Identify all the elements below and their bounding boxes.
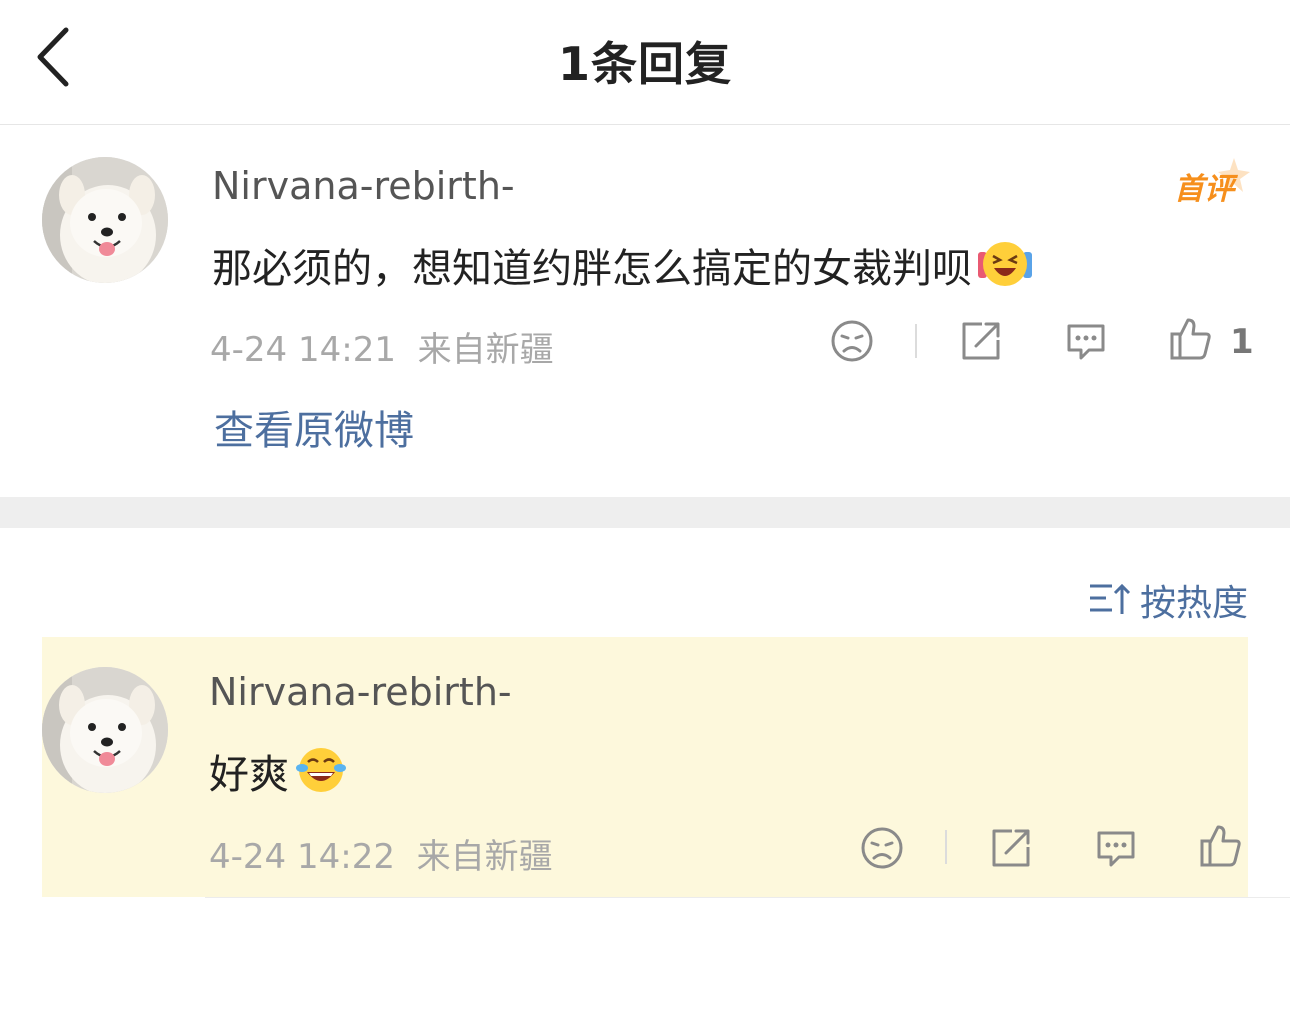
like-button[interactable]: [1168, 316, 1214, 362]
comment-bubble-icon: [1097, 831, 1135, 867]
section-separator: [0, 497, 1290, 528]
tears-of-joy-emoji-icon: [293, 744, 349, 806]
list-divider: [205, 897, 1290, 898]
comment-text-body: 那必须的，想知道约胖怎么搞定的女裁判呗: [212, 246, 972, 292]
sort-label: 按热度: [1140, 583, 1249, 624]
reply-username[interactable]: Nirvana-rebirth-: [209, 670, 512, 714]
first-comment-badge: 首评: [1168, 156, 1250, 207]
reply-comment-button[interactable]: [1093, 825, 1139, 871]
sad-face-icon: [831, 320, 873, 362]
avatar[interactable]: [42, 157, 168, 283]
thumbs-up-icon: [1200, 825, 1241, 867]
samoyed-avatar-icon: [42, 157, 168, 283]
sort-icon: [1090, 583, 1131, 614]
reply-like-button[interactable]: [1198, 823, 1244, 869]
comment-meta: 4-24 14:21 来自新疆: [210, 322, 554, 371]
laughing-excited-emoji-icon: [976, 238, 1034, 300]
comment-location: 来自新疆: [417, 330, 554, 370]
reply-timestamp: 4-24 14:22: [209, 837, 395, 877]
reply-share-button[interactable]: [988, 825, 1034, 871]
comment-button[interactable]: [1063, 318, 1109, 364]
view-original-link[interactable]: 查看原微博: [214, 398, 414, 456]
reply-avatar[interactable]: [42, 667, 168, 793]
action-divider: [915, 324, 917, 358]
share-button[interactable]: [958, 318, 1004, 364]
sad-face-icon: [861, 827, 903, 869]
reply-action-divider: [945, 830, 947, 864]
nav-header: 1条回复: [0, 0, 1290, 125]
reply-location: 来自新疆: [416, 837, 553, 877]
samoyed-avatar-icon: [42, 667, 168, 793]
badge-label: 首评: [1174, 172, 1234, 207]
reply-text-body: 好爽: [209, 752, 289, 798]
like-count: 1: [1230, 322, 1254, 362]
comment-username[interactable]: Nirvana-rebirth-: [212, 164, 515, 208]
comment-text: 那必须的，想知道约胖怎么搞定的女裁判呗: [212, 236, 1034, 300]
reply-meta: 4-24 14:22 来自新疆: [209, 829, 553, 878]
page-title: 1条回复: [557, 37, 732, 91]
share-icon: [962, 322, 1000, 360]
comment-timestamp: 4-24 14:21: [210, 330, 396, 370]
share-icon: [992, 829, 1030, 867]
comment-bubble-icon: [1067, 324, 1105, 360]
reply-text: 好爽: [209, 742, 349, 806]
dislike-button[interactable]: [829, 318, 875, 364]
thumbs-up-icon: [1170, 318, 1211, 360]
reply-dislike-button[interactable]: [859, 825, 905, 871]
